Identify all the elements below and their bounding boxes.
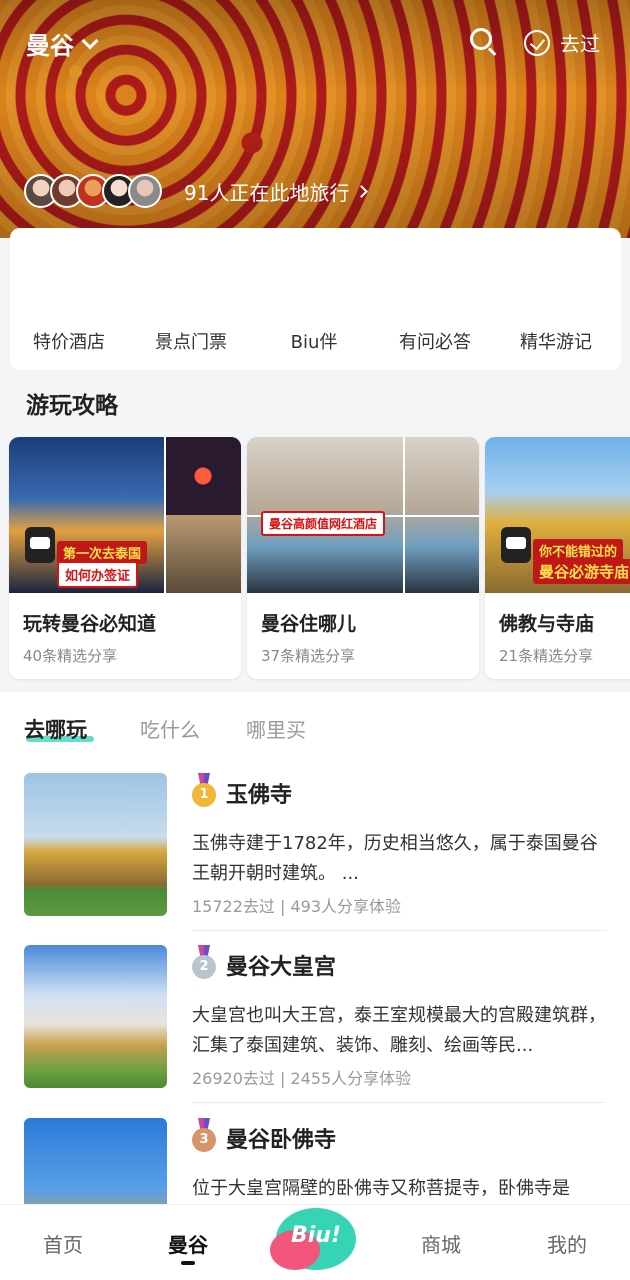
poi-description: 大皇宫也叫大王宫，泰王室规模最大的宫殿建筑群，汇集了泰国建筑、装饰、雕刻、绘画等… [192,1005,606,1056]
poi-name: 玉佛寺 [226,783,293,808]
cat-sticker-icon [501,527,531,563]
nav-mall[interactable]: 商城 [401,1229,481,1258]
quick-nav-tickets[interactable]: 景点门票 [136,328,246,354]
guide-card-sub: 40条精选分享 [23,647,118,665]
poi-item[interactable]: 3 曼谷卧佛寺 位于大皇宫隔壁的卧佛寺又称菩提寺，卧佛寺是 [24,1118,606,1204]
cat-sticker-icon [25,527,55,563]
chevron-down-icon [81,32,99,49]
poi-name: 曼谷大皇宫 [226,955,337,980]
quick-nav: 特价酒店 景点门票 Biu伴 有问必答 精华游记 [10,228,621,370]
divider [192,930,606,931]
city-selector[interactable]: 曼谷 [26,26,99,61]
nav-mine[interactable]: 我的 [527,1229,607,1258]
gold-medal-icon: 1 [192,773,216,809]
poi-image [24,773,167,916]
guide-banner-2: 曼谷必游寺庙 [533,559,630,584]
nav-active-indicator [181,1261,195,1265]
guide-card-title: 曼谷住哪儿 [261,613,357,635]
search-icon[interactable] [470,28,498,56]
poi-image [24,1118,167,1204]
bronze-medal-icon: 3 [192,1118,216,1154]
avatar [128,174,162,208]
tab-what-to-eat[interactable]: 吃什么 [140,714,200,743]
poi-image [24,945,167,1088]
guide-card-sub: 37条精选分享 [261,647,356,665]
poi-name: 曼谷卧佛寺 [226,1128,337,1153]
guides-carousel[interactable]: 第一次去泰国 如何办签证 玩转曼谷必知道 40条精选分享 曼谷高颜值网红酒店 曼… [0,437,630,683]
biu-button[interactable]: Biu! [270,1208,356,1270]
guide-card-title: 佛教与寺庙 [499,613,595,635]
biu-label: Biu! [290,1223,341,1248]
poi-stats: 26920去过 | 2455人分享体验 [192,1069,412,1088]
guide-card[interactable]: 第一次去泰国 如何办签证 玩转曼谷必知道 40条精选分享 [9,437,241,679]
guide-card-title: 玩转曼谷必知道 [23,613,157,635]
quick-nav-hotel[interactable]: 特价酒店 [14,328,124,354]
tab-where-to-buy[interactable]: 哪里买 [246,714,306,743]
guide-card-sub: 21条精选分享 [499,647,594,665]
poi-description: 玉佛寺建于1782年，历史相当悠久，属于泰国曼谷王朝开朝时建筑。 ... [192,833,598,884]
nav-home[interactable]: 首页 [23,1229,103,1258]
poi-description: 位于大皇宫隔壁的卧佛寺又称菩提寺，卧佛寺是 [192,1178,570,1199]
quick-nav-travelogue[interactable]: 精华游记 [501,328,611,354]
divider [192,1102,606,1103]
check-circle-icon [524,29,550,56]
been-label: 去过 [560,32,600,56]
nav-city[interactable]: 曼谷 [148,1229,228,1258]
top-bar: 曼谷 去过 [0,0,630,84]
guide-card[interactable]: 曼谷高颜值网红酒店 曼谷住哪儿 37条精选分享 [247,437,479,679]
guide-banner-1: 曼谷高颜值网红酒店 [261,511,386,536]
city-name: 曼谷 [26,32,74,60]
guides-title: 游玩攻略 [26,393,118,419]
travelers-text: 91人正在此地旅行 [184,180,350,205]
quick-nav-biu-partner[interactable]: Biu伴 [259,328,369,354]
travelers-row[interactable]: 91人正在此地旅行 [24,174,369,208]
poi-item[interactable]: 1 玉佛寺 玉佛寺建于1782年，历史相当悠久，属于泰国曼谷王朝开朝时建筑。 .… [24,773,606,933]
guide-banner-2: 如何办签证 [57,561,139,588]
avatar-group [24,174,162,208]
poi-item[interactable]: 2 曼谷大皇宫 大皇宫也叫大王宫，泰王室规模最大的宫殿建筑群，汇集了泰国建筑、装… [24,945,606,1105]
guide-card[interactable]: 你不能错过的 曼谷必游寺庙 佛教与寺庙 21条精选分享 [485,437,630,679]
poi-stats: 15722去过 | 493人分享体验 [192,897,402,916]
poi-section: 去哪玩 吃什么 哪里买 1 玉佛寺 玉佛寺建于1782年，历史相当悠久，属于泰国… [0,692,630,1204]
been-button[interactable]: 去过 [524,28,600,57]
quick-nav-qa[interactable]: 有问必答 [380,328,490,354]
silver-medal-icon: 2 [192,945,216,981]
chevron-right-icon [355,184,369,198]
tab-where-to-go[interactable]: 去哪玩 [24,714,87,744]
